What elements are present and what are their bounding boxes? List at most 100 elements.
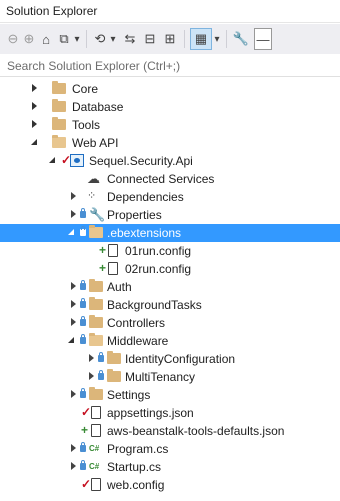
tree-item-label: BackgroundTasks: [107, 298, 202, 312]
collapse-arrow-icon[interactable]: [67, 226, 77, 238]
expand-arrow-icon[interactable]: [30, 118, 40, 130]
toolbar-separator: [226, 30, 227, 48]
config-file-icon: [108, 262, 118, 275]
collapse-all-icon[interactable]: ⊟: [142, 28, 158, 50]
tree-item-02run-config[interactable]: + 02run.config: [0, 260, 340, 278]
tree-item-label: Core: [72, 82, 99, 96]
expand-arrow-icon[interactable]: [69, 460, 79, 472]
toolbar: ⊖ ⊕ ⌂ ⧉ ▾ ⟲ ▾ ⇆ ⊟ ⊞ ▦ ▾ 🔧 —: [0, 24, 340, 54]
tree-item-label: appsettings.json: [107, 406, 194, 420]
lock-icon: [80, 316, 86, 326]
folder-open-icon: [89, 333, 103, 346]
tree-item-backgroundtasks[interactable]: BackgroundTasks: [0, 296, 340, 314]
folder-icon: [89, 279, 103, 292]
tree-item-label: Database: [72, 100, 124, 114]
expand-arrow-icon[interactable]: [30, 82, 40, 94]
switch-views-icon[interactable]: ⧉: [56, 28, 72, 50]
expand-arrow-icon[interactable]: [69, 190, 79, 202]
lock-icon: [80, 442, 86, 452]
expand-arrow-icon[interactable]: [69, 442, 79, 454]
tree-item-auth[interactable]: Auth: [0, 278, 340, 296]
tree-item-core[interactable]: Core: [0, 80, 340, 98]
collapse-arrow-icon[interactable]: [67, 334, 77, 346]
search-input[interactable]: Search Solution Explorer (Ctrl+;): [7, 59, 180, 73]
dropdown-icon[interactable]: ▾: [72, 28, 82, 50]
tree-item-web-config[interactable]: ✓ web.config: [0, 476, 340, 494]
expand-arrow-icon[interactable]: [87, 352, 97, 364]
tree-item-web-api[interactable]: Web API: [0, 134, 340, 152]
tree-item-settings[interactable]: Settings: [0, 386, 340, 404]
tree-item-program-cs[interactable]: C# Program.cs: [0, 440, 340, 458]
lock-icon: [98, 352, 104, 362]
tree-item-dependencies[interactable]: ⁘ Dependencies: [0, 188, 340, 206]
preview-selected-icon[interactable]: ▦: [190, 28, 212, 50]
added-plus-icon: +: [99, 261, 107, 275]
tree-item-label: Startup.cs: [107, 460, 162, 474]
tree-item-multitenancy[interactable]: MultiTenancy: [0, 368, 340, 386]
tree-item-database[interactable]: Database: [0, 98, 340, 116]
pin-icon[interactable]: —: [254, 28, 272, 50]
back-icon[interactable]: ⊖: [6, 28, 20, 50]
dropdown-icon[interactable]: ▾: [212, 28, 222, 50]
expand-arrow-icon[interactable]: [69, 280, 79, 292]
tree-item-ebextensions[interactable]: .ebextensions: [0, 224, 340, 242]
tree-item-label: Program.cs: [107, 442, 169, 456]
json-file-icon: [91, 424, 101, 437]
folder-icon: [107, 351, 121, 364]
tree-item-startup-cs[interactable]: C# Startup.cs: [0, 458, 340, 476]
folder-icon: [89, 315, 103, 328]
tree-item-label: Settings: [107, 388, 151, 402]
dropdown-icon[interactable]: ▾: [108, 28, 118, 50]
search-box[interactable]: Search Solution Explorer (Ctrl+;): [0, 55, 340, 77]
home-icon[interactable]: ⌂: [38, 28, 54, 50]
tree-item-connected-services[interactable]: ☁ Connected Services: [0, 170, 340, 188]
solution-tree: Core Database Tools Web API ✓ Sequel.Sec…: [0, 78, 340, 501]
folder-icon: [89, 297, 103, 310]
tree-item-sequel-security-api[interactable]: ✓ Sequel.Security.Api: [0, 152, 340, 170]
tree-item-label: MultiTenancy: [125, 370, 196, 384]
tree-item-01run-config[interactable]: + 01run.config: [0, 242, 340, 260]
expand-arrow-icon[interactable]: [87, 370, 97, 382]
expand-arrow-icon[interactable]: [69, 298, 79, 310]
lock-icon: [98, 370, 104, 380]
tree-item-aws-beanstalk-tools-defaults-json[interactable]: + aws-beanstalk-tools-defaults.json: [0, 422, 340, 440]
expand-arrow-icon[interactable]: [69, 208, 79, 220]
tree-item-properties[interactable]: 🔧 Properties: [0, 206, 340, 224]
added-plus-icon: +: [99, 243, 107, 257]
collapse-arrow-icon[interactable]: [48, 154, 58, 166]
json-file-icon: [91, 406, 101, 419]
checkout-check-icon: ✓: [81, 405, 92, 419]
tree-item-middleware[interactable]: Middleware: [0, 332, 340, 350]
expand-arrow-icon[interactable]: [30, 100, 40, 112]
tree-item-tools[interactable]: Tools: [0, 116, 340, 134]
tree-item-identityconfiguration[interactable]: IdentityConfiguration: [0, 350, 340, 368]
tree-item-appsettings-json[interactable]: ✓ appsettings.json: [0, 404, 340, 422]
tree-item-label: Middleware: [107, 334, 169, 348]
tree-item-label: Controllers: [107, 316, 166, 330]
collapse-arrow-icon[interactable]: [30, 136, 40, 148]
csharp-file-icon: C#: [89, 444, 100, 453]
csharp-project-icon: [70, 154, 84, 167]
tree-item-label: web.config: [107, 478, 165, 492]
folder-icon: [107, 369, 121, 382]
properties-icon[interactable]: 🔧: [232, 28, 250, 50]
expand-arrow-icon[interactable]: [69, 316, 79, 328]
forward-icon[interactable]: ⊕: [22, 28, 36, 50]
sync-icon[interactable]: ⇆: [122, 28, 138, 50]
show-all-files-icon[interactable]: ⊞: [162, 28, 178, 50]
tree-item-label: Auth: [107, 280, 132, 294]
lock-icon: [80, 226, 86, 236]
tree-item-label: Web API: [72, 136, 119, 150]
pending-changes-icon[interactable]: ⟲: [92, 28, 108, 50]
tree-item-label: Tools: [72, 118, 101, 132]
tree-item-controllers[interactable]: Controllers: [0, 314, 340, 332]
checkout-check-icon: ✓: [81, 477, 92, 491]
expand-arrow-icon[interactable]: [69, 388, 79, 400]
folder-open-icon: [52, 135, 66, 148]
config-file-icon: [91, 478, 101, 491]
tree-item-label: Sequel.Security.Api: [89, 154, 193, 168]
toolbar-separator: [184, 30, 185, 48]
tree-item-label: aws-beanstalk-tools-defaults.json: [107, 424, 285, 438]
lock-icon: [80, 334, 86, 344]
tree-item-label: 02run.config: [125, 262, 192, 276]
